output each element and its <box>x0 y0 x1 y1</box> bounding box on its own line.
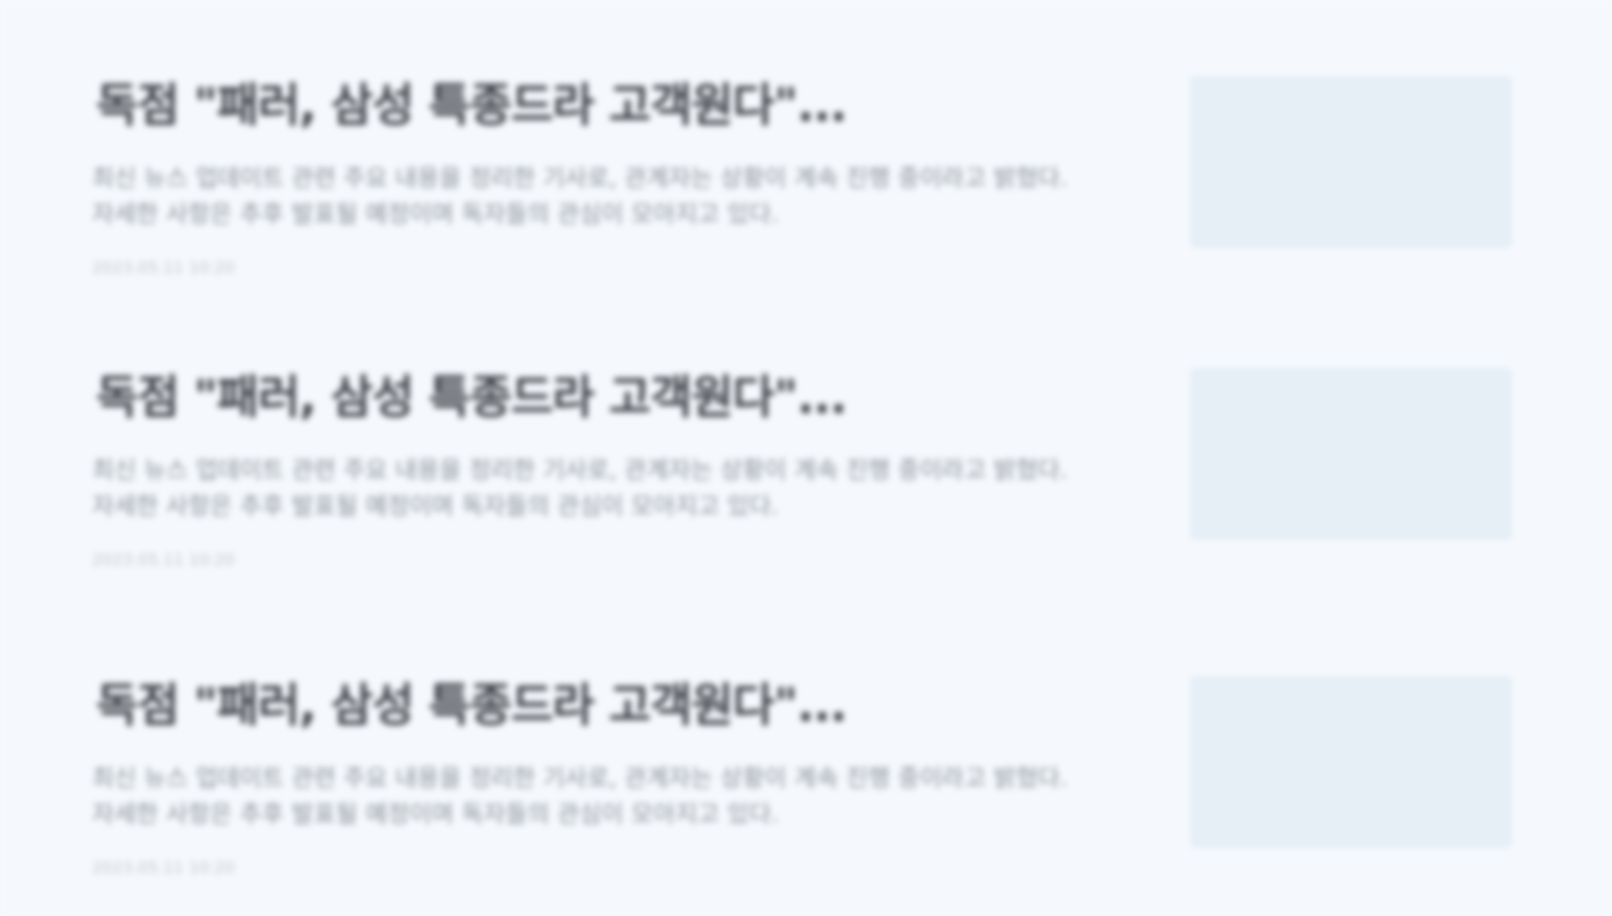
article-meta: 2023.05.11 10:20 <box>92 858 235 877</box>
article-title[interactable]: 독점 "패러, 삼성 특종드라 고객원다"... <box>96 368 1076 426</box>
article-title[interactable]: 독점 "패러, 삼성 특종드라 고객원다"... <box>96 676 1076 734</box>
article-thumbnail[interactable] <box>1190 368 1512 540</box>
news-list: 독점 "패러, 삼성 특종드라 고객원다"... 최신 뉴스 업데이트 관련 주… <box>0 0 1612 916</box>
article-summary: 최신 뉴스 업데이트 관련 주요 내용을 정리한 기사로, 관계자는 상황이 계… <box>92 456 1068 520</box>
article-meta: 2023.05.11 10:20 <box>92 550 235 569</box>
news-article-1[interactable]: 독점 "패러, 삼성 특종드라 고객원다"... 최신 뉴스 업데이트 관련 주… <box>0 62 1612 322</box>
article-summary: 최신 뉴스 업데이트 관련 주요 내용을 정리한 기사로, 관계자는 상황이 계… <box>92 764 1068 828</box>
article-summary: 최신 뉴스 업데이트 관련 주요 내용을 정리한 기사로, 관계자는 상황이 계… <box>92 164 1068 228</box>
article-thumbnail[interactable] <box>1190 676 1512 848</box>
article-meta: 2023.05.11 10:20 <box>92 258 235 277</box>
article-thumbnail[interactable] <box>1190 76 1512 248</box>
news-article-3[interactable]: 독점 "패러, 삼성 특종드라 고객원다"... 최신 뉴스 업데이트 관련 주… <box>0 662 1612 916</box>
article-title[interactable]: 독점 "패러, 삼성 특종드라 고객원다"... <box>96 76 1076 134</box>
news-article-2[interactable]: 독점 "패러, 삼성 특종드라 고객원다"... 최신 뉴스 업데이트 관련 주… <box>0 354 1612 614</box>
